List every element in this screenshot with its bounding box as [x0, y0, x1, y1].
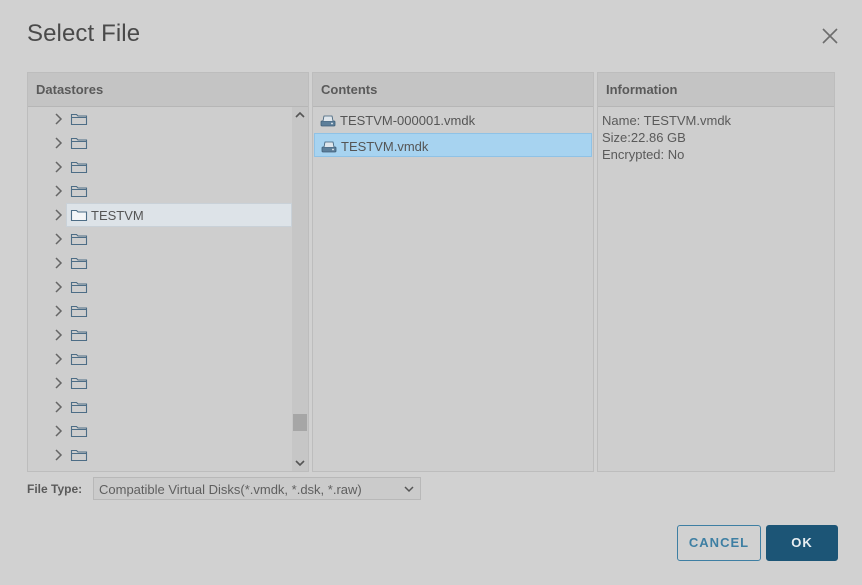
chevron-right-icon[interactable]: [52, 208, 64, 222]
chevron-right-icon[interactable]: [52, 112, 64, 126]
folder-icon: [70, 113, 88, 126]
datastore-tree-item[interactable]: [28, 443, 292, 467]
datastore-tree-item[interactable]: [28, 371, 292, 395]
scroll-up-icon[interactable]: [294, 110, 306, 120]
folder-icon: [70, 185, 88, 198]
contents-header: Contents: [313, 73, 593, 107]
virtual-disk-icon: [321, 141, 337, 153]
chevron-right-icon[interactable]: [52, 232, 64, 246]
information-header: Information: [598, 73, 834, 107]
datastores-header: Datastores: [28, 73, 308, 107]
file-info: Name: TESTVM.vmdk Size:22.86 GB Encrypte…: [602, 112, 731, 163]
file-type-label: File Type:: [27, 482, 83, 496]
file-list-item-label: TESTVM.vmdk: [341, 139, 429, 154]
datastore-tree-item[interactable]: [28, 299, 292, 323]
scroll-down-icon[interactable]: [294, 458, 306, 468]
chevron-right-icon[interactable]: [52, 424, 64, 438]
file-type-value: Compatible Virtual Disks(*.vmdk, *.dsk, …: [99, 482, 362, 497]
chevron-right-icon[interactable]: [52, 136, 64, 150]
file-list-item[interactable]: TESTVM-000001.vmdk: [314, 108, 592, 132]
datastores-tree: TESTVM: [28, 107, 292, 471]
select-file-dialog: Select File Datastores TESTVM Contents T…: [0, 0, 862, 585]
virtual-disk-icon: [320, 115, 336, 127]
cancel-button[interactable]: CANCEL: [677, 525, 761, 561]
scroll-thumb[interactable]: [293, 414, 307, 431]
folder-icon: [70, 401, 88, 414]
datastore-tree-item[interactable]: [28, 179, 292, 203]
folder-icon: [70, 329, 88, 342]
ok-button[interactable]: OK: [766, 525, 838, 561]
datastores-scrollbar[interactable]: [292, 107, 308, 471]
chevron-right-icon[interactable]: [52, 280, 64, 294]
chevron-right-icon[interactable]: [52, 184, 64, 198]
dialog-title: Select File: [27, 20, 141, 47]
close-icon: [822, 28, 838, 44]
datastore-tree-item[interactable]: [28, 107, 292, 131]
datastore-tree-item[interactable]: [28, 419, 292, 443]
folder-open-icon: [70, 209, 88, 222]
folder-icon: [70, 161, 88, 174]
folder-icon: [70, 425, 88, 438]
chevron-right-icon[interactable]: [52, 352, 64, 366]
file-type-select[interactable]: Compatible Virtual Disks(*.vmdk, *.dsk, …: [93, 477, 421, 500]
chevron-right-icon[interactable]: [52, 160, 64, 174]
datastore-tree-item[interactable]: [28, 347, 292, 371]
info-size: Size:22.86 GB: [602, 130, 686, 145]
chevron-right-icon[interactable]: [52, 328, 64, 342]
chevron-down-icon: [404, 486, 414, 493]
datastore-tree-item[interactable]: [28, 251, 292, 275]
contents-pane: Contents TESTVM-000001.vmdk TESTVM.vmdk: [312, 72, 594, 472]
datastore-tree-item[interactable]: [28, 131, 292, 155]
folder-icon: [70, 137, 88, 150]
datastore-tree-item[interactable]: [28, 155, 292, 179]
datastore-tree-item[interactable]: [28, 323, 292, 347]
file-list-item-label: TESTVM-000001.vmdk: [340, 113, 476, 128]
datastore-tree-item[interactable]: [28, 227, 292, 251]
chevron-right-icon[interactable]: [52, 304, 64, 318]
datastore-tree-item-label: TESTVM: [91, 208, 144, 223]
chevron-right-icon[interactable]: [52, 448, 64, 462]
datastore-tree-item[interactable]: TESTVM: [28, 203, 292, 227]
information-pane: Information Name: TESTVM.vmdk Size:22.86…: [597, 72, 835, 472]
folder-icon: [70, 305, 88, 318]
info-encrypted: Encrypted: No: [602, 147, 685, 162]
folder-icon: [70, 257, 88, 270]
folder-icon: [70, 449, 88, 462]
datastore-tree-item[interactable]: [28, 275, 292, 299]
folder-icon: [70, 233, 88, 246]
folder-icon: [70, 353, 88, 366]
file-list-item[interactable]: TESTVM.vmdk: [314, 133, 592, 157]
folder-icon: [70, 281, 88, 294]
chevron-right-icon[interactable]: [52, 376, 64, 390]
folder-icon: [70, 377, 88, 390]
datastores-pane: Datastores TESTVM: [27, 72, 309, 472]
chevron-right-icon[interactable]: [52, 400, 64, 414]
datastore-tree-item[interactable]: [28, 395, 292, 419]
close-button[interactable]: [818, 24, 842, 48]
chevron-right-icon[interactable]: [52, 256, 64, 270]
info-name: Name: TESTVM.vmdk: [602, 113, 732, 128]
